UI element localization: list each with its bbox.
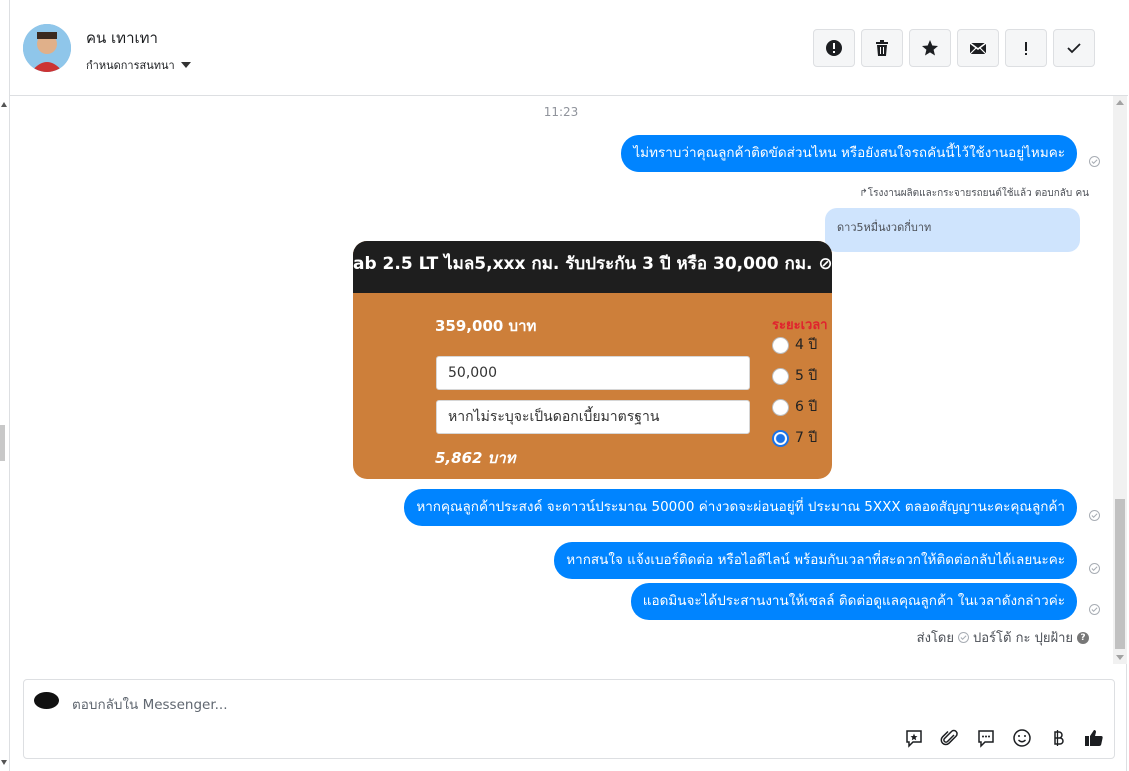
down-payment-field: 50,000 bbox=[436, 356, 750, 390]
sent-check-icon bbox=[1089, 604, 1100, 615]
conversation-panel: คน เทาเทา กำหนดการสนทนา 11:23 ไม่ทราบว่า… bbox=[9, 0, 1128, 771]
sent-check-icon bbox=[1089, 510, 1100, 521]
scroll-thumb[interactable] bbox=[1115, 499, 1125, 649]
mark-done-button[interactable] bbox=[1053, 29, 1095, 67]
conversation-header: คน เทาเทา กำหนดการสนทนา bbox=[10, 0, 1128, 96]
period-label: 5 ปี bbox=[795, 368, 818, 384]
outer-scroll-down[interactable] bbox=[1, 760, 7, 765]
radio-icon bbox=[772, 336, 789, 354]
sender-name[interactable]: ปอร์โต้ กะ ปุยฝ้าย bbox=[973, 627, 1073, 648]
radio-icon bbox=[772, 398, 789, 416]
outer-scroll-thumb[interactable] bbox=[0, 425, 5, 461]
help-icon[interactable]: ? bbox=[1077, 631, 1089, 644]
payment-button[interactable] bbox=[1048, 728, 1068, 748]
period-title: ระยะเวลา bbox=[772, 318, 828, 333]
trash-icon bbox=[876, 40, 888, 56]
report-icon bbox=[826, 40, 842, 56]
interest-field: หากไม่ระบุจะเป็นดอกเบี้ยมาตรฐาน bbox=[436, 400, 750, 434]
message-icon bbox=[978, 730, 994, 748]
period-option: 5 ปี bbox=[772, 365, 817, 387]
report-button[interactable] bbox=[813, 29, 855, 67]
message-composer[interactable]: ตอบกลับใน Messenger... bbox=[23, 679, 1115, 759]
emoji-button[interactable] bbox=[1012, 728, 1032, 748]
star-button[interactable] bbox=[909, 29, 951, 67]
sent-check-icon bbox=[1089, 563, 1100, 574]
delete-button[interactable] bbox=[861, 29, 903, 67]
period-label: 7 ปี bbox=[795, 430, 818, 446]
attach-button[interactable] bbox=[940, 728, 960, 748]
check-circle-icon: ⊘ bbox=[818, 254, 832, 274]
envelope-icon bbox=[969, 42, 987, 55]
scroll-up-arrow-icon[interactable] bbox=[1116, 100, 1124, 105]
exclamation-icon bbox=[1025, 42, 1027, 55]
contact-name[interactable]: คน เทาเทา bbox=[86, 26, 158, 50]
period-label: 4 ปี bbox=[795, 337, 818, 353]
message-bubble[interactable]: แอดมินจะได้ประสานงานให้เซลล์ ติดต่อดูแลค… bbox=[630, 583, 1077, 620]
period-option: 4 ปี bbox=[772, 334, 817, 356]
period-label: 6 ปี bbox=[795, 399, 818, 415]
manage-label: กำหนดการสนทนา bbox=[86, 59, 175, 72]
period-option: 6 ปี bbox=[772, 396, 817, 418]
sent-by-info: ส่งโดย ปอร์โต้ กะ ปุยฝ้าย ? bbox=[917, 627, 1089, 648]
attach-icon bbox=[940, 729, 958, 746]
attachment-header-text: ab 2.5 LT ไมล5,xxx กม. รับประกัน 3 ปี หร… bbox=[353, 241, 832, 293]
follow-up-button[interactable] bbox=[1005, 29, 1047, 67]
mark-unread-button[interactable] bbox=[957, 29, 999, 67]
composer-tools bbox=[904, 728, 1104, 748]
like-icon bbox=[1085, 730, 1103, 746]
message-bubble[interactable]: หากคุณลูกค้าประสงค์ จะดาวน์ประมาณ 50000 … bbox=[404, 489, 1077, 526]
reply-input[interactable]: ตอบกลับใน Messenger... bbox=[72, 693, 228, 715]
message-bubble[interactable]: ไม่ทราบว่าคุณลูกค้าติดขัดส่วนไหน หรือยัง… bbox=[621, 135, 1077, 172]
sent-check-icon bbox=[958, 632, 969, 643]
emoji-icon bbox=[1013, 729, 1031, 747]
manage-conversation-dropdown[interactable]: กำหนดการสนทนา bbox=[86, 56, 191, 74]
attachment-title: ab 2.5 LT ไมล5,xxx กม. รับประกัน 3 ปี หร… bbox=[353, 254, 813, 274]
image-attachment[interactable]: ab 2.5 LT ไมล5,xxx กม. รับประกัน 3 ปี หร… bbox=[353, 241, 832, 479]
replied-message-bubble[interactable]: ดาว5หมื่นงวดกี่บาท bbox=[825, 208, 1080, 252]
header-actions bbox=[813, 29, 1095, 67]
radio-selected-icon bbox=[772, 429, 789, 447]
saved-reply-button[interactable] bbox=[904, 728, 924, 748]
car-price: 359,000 บาท bbox=[435, 317, 537, 335]
quick-message-button[interactable] bbox=[976, 728, 996, 748]
checkmark-icon bbox=[1067, 43, 1081, 54]
baht-icon bbox=[1054, 730, 1064, 746]
saved-reply-icon bbox=[906, 730, 922, 748]
outer-scroll-up[interactable] bbox=[1, 102, 7, 107]
page-avatar bbox=[34, 692, 59, 709]
monthly-payment: 5,862 บาท bbox=[435, 449, 516, 467]
like-button[interactable] bbox=[1084, 728, 1104, 748]
sent-by-label: ส่งโดย bbox=[916, 631, 954, 646]
message-thread[interactable]: 11:23 ไม่ทราบว่าคุณลูกค้าติดขัดส่วนไหน ห… bbox=[10, 96, 1112, 664]
reply-context-note: ↱โรงงานผลิตและกระจายรถยนต์ใช้แล้ว ตอบกลั… bbox=[859, 188, 1089, 199]
scroll-down-arrow-icon[interactable] bbox=[1116, 655, 1124, 660]
chevron-down-icon bbox=[180, 62, 191, 68]
sent-check-icon bbox=[1089, 156, 1100, 167]
thread-scrollbar[interactable] bbox=[1113, 96, 1127, 664]
contact-avatar[interactable] bbox=[23, 24, 71, 72]
message-timestamp: 11:23 bbox=[543, 105, 579, 119]
message-bubble[interactable]: หากสนใจ แจ้งเบอร์ติดต่อ หรือไอดีไลน์ พร้… bbox=[554, 542, 1077, 579]
radio-icon bbox=[772, 367, 789, 385]
period-option: 7 ปี bbox=[772, 427, 817, 449]
star-icon bbox=[922, 40, 938, 56]
avatar-photo bbox=[23, 24, 71, 72]
